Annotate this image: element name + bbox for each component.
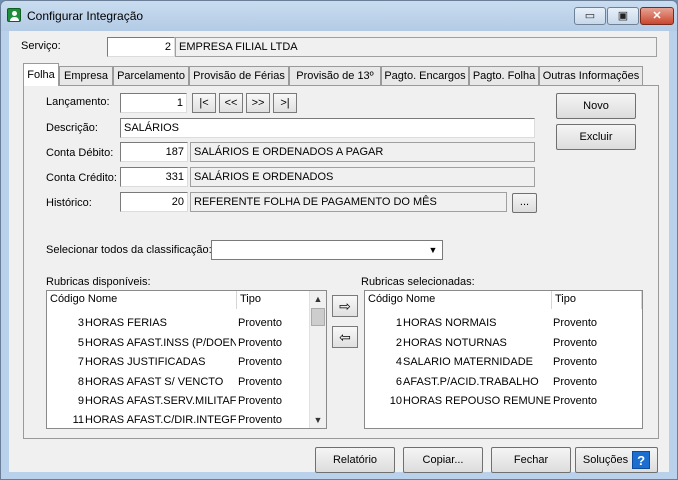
row-codigo: 11 — [72, 414, 84, 426]
historico-code-field[interactable]: 20 — [120, 192, 188, 212]
conta-debito-code-field[interactable]: 187 — [120, 142, 188, 162]
first-record-button[interactable]: |< — [192, 93, 216, 113]
scroll-down-icon[interactable]: ▼ — [310, 412, 326, 428]
tab-provisao-ferias[interactable]: Provisão de Férias — [189, 66, 289, 85]
row-nome: HORAS AFAST.INSS (P/DOEN — [85, 337, 236, 349]
servico-code-field[interactable]: 2 — [107, 37, 175, 57]
header-tipo[interactable]: Tipo — [552, 291, 642, 309]
remove-rubrica-button[interactable]: ⇦ — [332, 326, 358, 348]
lancamento-field[interactable]: 1 — [120, 93, 187, 113]
row-tipo: Provento — [553, 337, 598, 349]
row-codigo: 6 — [395, 376, 402, 388]
row-tipo: Provento — [238, 317, 283, 329]
scroll-thumb[interactable] — [311, 308, 325, 326]
minimize-button[interactable]: ▭ — [574, 7, 606, 25]
lancamento-label: Lançamento: — [46, 96, 110, 108]
row-nome: AFAST.P/ACID.TRABALHO — [403, 376, 539, 388]
row-nome: HORAS NOTURNAS — [403, 337, 507, 349]
historico-browse-button[interactable]: ... — [512, 193, 537, 213]
row-nome: HORAS NORMAIS — [403, 317, 497, 329]
excluir-button[interactable]: Excluir — [556, 124, 636, 150]
historico-label: Histórico: — [46, 197, 92, 209]
rubricas-disponiveis-label: Rubricas disponíveis: — [46, 276, 151, 288]
conta-debito-label: Conta Débito: — [46, 147, 114, 159]
copiar-button[interactable]: Copiar... — [403, 447, 483, 473]
relatorio-button[interactable]: Relatório — [315, 447, 395, 473]
selecionar-classificacao-label: Selecionar todos da classificação: — [46, 244, 212, 256]
row-codigo: 5 — [77, 337, 84, 349]
historico-name-field: REFERENTE FOLHA DE PAGAMENTO DO MÊS — [190, 192, 507, 212]
row-tipo: Provento — [238, 376, 283, 388]
app-icon — [7, 8, 21, 22]
add-rubrica-button[interactable]: ⇨ — [332, 295, 358, 317]
next-record-button[interactable]: >> — [246, 93, 270, 113]
row-tipo: Provento — [553, 376, 598, 388]
row-nome: HORAS AFAST S/ VENCTO — [85, 376, 224, 388]
tab-empresa[interactable]: Empresa — [59, 66, 113, 85]
row-codigo: 7 — [77, 356, 84, 368]
row-codigo: 10 — [389, 395, 402, 407]
solucoes-button[interactable]: Soluções? — [575, 447, 658, 473]
classificacao-select[interactable]: ▼ — [211, 240, 443, 260]
close-button[interactable]: ✕ — [640, 7, 674, 25]
list-header: Código Nome Tipo — [47, 291, 326, 309]
row-tipo: Provento — [238, 395, 283, 407]
solucoes-label: Soluções — [582, 454, 629, 466]
rubricas-selecionadas-label: Rubricas selecionadas: — [361, 276, 475, 288]
tab-parcelamento[interactable]: Parcelamento — [113, 66, 189, 85]
row-codigo: 2 — [395, 337, 402, 349]
header-codigo-nome[interactable]: Código Nome — [365, 291, 552, 309]
list-header: Código Nome Tipo — [365, 291, 642, 309]
vertical-scrollbar[interactable]: ▲ ▼ — [309, 291, 326, 428]
title-bar: Configurar Integração ▭ ▣ ✕ — [1, 1, 677, 31]
row-codigo: 9 — [77, 395, 84, 407]
row-codigo: 8 — [77, 376, 84, 388]
header-tipo[interactable]: Tipo — [237, 291, 310, 309]
row-nome: HORAS JUSTIFICADAS — [85, 356, 206, 368]
help-icon: ? — [632, 451, 651, 470]
maximize-button[interactable]: ▣ — [607, 7, 639, 25]
header-codigo-nome[interactable]: Código Nome — [47, 291, 237, 309]
row-tipo: Provento — [238, 337, 283, 349]
row-codigo: 1 — [395, 317, 402, 329]
configurar-integracao-window: Configurar Integração ▭ ▣ ✕ Serviço: 2 E… — [0, 0, 678, 480]
servico-label: Serviço: — [21, 40, 61, 52]
tab-folha[interactable]: Folha — [23, 63, 59, 86]
row-tipo: Provento — [553, 356, 598, 368]
descricao-label: Descrição: — [46, 122, 98, 134]
row-tipo: Provento — [553, 395, 598, 407]
previous-record-button[interactable]: << — [219, 93, 243, 113]
tab-pagto-encargos[interactable]: Pagto. Encargos — [381, 66, 469, 85]
last-record-button[interactable]: >| — [273, 93, 297, 113]
servico-name-field: EMPRESA FILIAL LTDA — [175, 37, 657, 57]
tab-outras-informacoes[interactable]: Outras Informações — [539, 66, 643, 85]
row-codigo: 4 — [395, 356, 402, 368]
tab-pagto-folha[interactable]: Pagto. Folha — [469, 66, 539, 85]
row-nome: HORAS FERIAS — [85, 317, 167, 329]
tab-provisao-13[interactable]: Provisão de 13º — [289, 66, 381, 85]
row-nome: HORAS AFAST.C/DIR.INTEGF — [85, 414, 236, 426]
row-nome: HORAS REPOUSO REMUNEF — [403, 395, 551, 407]
descricao-field[interactable]: SALÁRIOS — [120, 118, 535, 138]
client-area: Serviço: 2 EMPRESA FILIAL LTDA Folha Emp… — [9, 31, 669, 473]
row-tipo: Provento — [238, 414, 283, 426]
scroll-up-icon[interactable]: ▲ — [310, 291, 326, 307]
row-tipo: Provento — [553, 317, 598, 329]
conta-credito-name-field: SALÁRIOS E ORDENADOS — [190, 167, 535, 187]
chevron-down-icon: ▼ — [428, 245, 438, 255]
row-codigo: 3 — [77, 317, 84, 329]
fechar-button[interactable]: Fechar — [491, 447, 571, 473]
row-nome: SALARIO MATERNIDADE — [403, 356, 533, 368]
novo-button[interactable]: Novo — [556, 93, 636, 119]
rubricas-selecionadas-list[interactable]: Código Nome Tipo 1 HORAS NORMAIS Provent… — [364, 290, 643, 429]
conta-credito-code-field[interactable]: 331 — [120, 167, 188, 187]
row-tipo: Provento — [238, 356, 283, 368]
conta-credito-label: Conta Crédito: — [46, 172, 117, 184]
rubricas-disponiveis-list[interactable]: Código Nome Tipo 3 HORAS FERIAS Provento… — [46, 290, 327, 429]
window-title: Configurar Integração — [27, 9, 144, 23]
conta-debito-name-field: SALÁRIOS E ORDENADOS A PAGAR — [190, 142, 535, 162]
row-nome: HORAS AFAST.SERV.MILITAF — [85, 395, 236, 407]
